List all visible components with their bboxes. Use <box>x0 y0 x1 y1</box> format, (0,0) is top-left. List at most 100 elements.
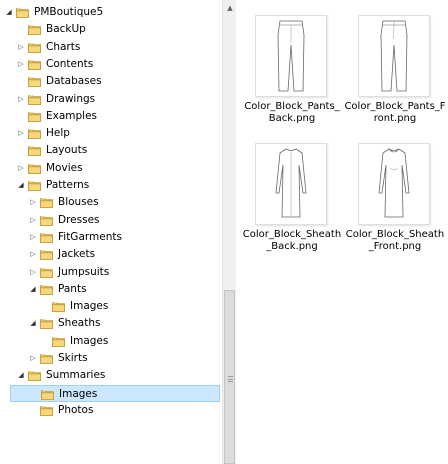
tree-item-label: Photos <box>58 403 94 416</box>
triangle-right-icon[interactable]: ▷ <box>29 350 37 367</box>
triangle-right-icon[interactable]: ▷ <box>17 56 25 73</box>
tree-item-label: Dresses <box>58 213 100 226</box>
triangle-right-icon[interactable]: ▷ <box>29 212 37 229</box>
tree-item-label: FitGarments <box>58 230 122 243</box>
tree-item-label: Summaries <box>46 369 106 382</box>
tree-item-blouses[interactable]: ▷ Blouses <box>0 194 222 211</box>
triangle-right-icon[interactable]: ▷ <box>29 194 37 211</box>
folder-icon <box>40 284 54 295</box>
folder-icon <box>28 76 42 88</box>
folder-icon <box>40 267 54 278</box>
tree-item-label: Contents <box>46 57 94 70</box>
triangle-right-icon[interactable]: ▷ <box>17 160 25 177</box>
tree-item-images[interactable]: Images <box>0 298 222 315</box>
triangle-right-icon[interactable]: ▷ <box>17 39 25 56</box>
tree-item-drawings[interactable]: ▷ Drawings <box>0 91 222 108</box>
tree-item-sheaths[interactable]: ◢ Sheaths <box>0 315 222 332</box>
tree-item-label: Databases <box>46 75 102 88</box>
tree-item-summaries[interactable]: ◢ Summaries <box>0 367 222 384</box>
file-thumbnail <box>358 143 430 225</box>
folder-icon <box>28 42 42 53</box>
folder-icon <box>41 389 55 400</box>
triangle-right-icon[interactable]: ▷ <box>29 246 37 263</box>
tree-item-movies[interactable]: ▷ Movies <box>0 160 222 177</box>
folder-icon <box>28 163 42 174</box>
tree-item-images[interactable]: Images <box>0 333 222 350</box>
folder-icon <box>40 353 54 364</box>
folder-icon <box>28 24 42 36</box>
file-list: Color_Block_Pants_Back.png Color_Block_Pa… <box>238 0 448 464</box>
scrollbar-grip-icon <box>228 376 233 382</box>
folder-icon <box>52 301 66 312</box>
folder-icon <box>28 59 42 70</box>
tree-item-label: Blouses <box>58 196 99 209</box>
tree-item-label: Images <box>70 334 109 347</box>
tree-scrollbar[interactable]: ▲ <box>222 0 236 464</box>
tree-item-images[interactable]: Images <box>10 384 220 402</box>
folder-icon <box>16 7 30 18</box>
tree-item-skirts[interactable]: ▷ Skirts <box>0 350 222 367</box>
file-thumbnail <box>255 143 327 225</box>
tree-item-dresses[interactable]: ▷ Dresses <box>0 212 222 229</box>
tree-item-contents[interactable]: ▷ Contents <box>0 56 222 73</box>
tree-item-label: Images <box>59 387 98 400</box>
file-name: Color_Block_Pants_Back.png <box>244 101 340 124</box>
tree-item-help[interactable]: ▷ Help <box>0 125 222 142</box>
tree-item-label: BackUp <box>46 23 86 36</box>
folder-icon <box>28 180 42 191</box>
folder-icon <box>40 318 54 330</box>
folder-icon <box>28 145 42 157</box>
tree-item-jumpsuits[interactable]: ▷ Jumpsuits <box>0 264 222 281</box>
triangle-right-icon[interactable]: ▷ <box>29 229 37 246</box>
folder-icon <box>28 128 42 139</box>
folder-icon <box>28 111 42 122</box>
folder-icon <box>28 370 42 382</box>
folder-icon <box>40 215 54 226</box>
folder-icon <box>40 197 54 209</box>
tree-item-label: Movies <box>46 161 83 174</box>
file-item[interactable]: Color_Block_Pants_Back.png <box>241 15 343 135</box>
triangle-down-icon[interactable]: ◢ <box>5 4 13 21</box>
triangle-down-icon[interactable]: ◢ <box>17 367 25 384</box>
tree-item-charts[interactable]: ▷ Charts <box>0 39 222 56</box>
scroll-up-arrow-icon[interactable]: ▲ <box>223 0 237 16</box>
tree-item-backup[interactable]: BackUp <box>0 21 222 38</box>
folder-icon <box>40 249 54 261</box>
file-name: Color_Block_Sheath_Back.png <box>242 229 342 252</box>
tree-item-databases[interactable]: Databases <box>0 73 222 90</box>
tree-item-photos[interactable]: Photos <box>0 402 222 419</box>
tree-item-patterns[interactable]: ◢ Patterns <box>0 177 222 194</box>
triangle-down-icon[interactable]: ◢ <box>17 177 25 194</box>
tree-item-label: Jackets <box>58 248 96 261</box>
file-item[interactable]: Color_Block_Sheath_Front.png <box>344 143 446 263</box>
file-thumbnail <box>255 15 327 97</box>
file-name: Color_Block_Sheath_Front.png <box>345 229 445 252</box>
file-thumbnail <box>358 15 430 97</box>
tree-item-label: Jumpsuits <box>58 265 110 278</box>
triangle-right-icon[interactable]: ▷ <box>17 91 25 108</box>
tree-item-label: Sheaths <box>58 317 101 330</box>
tree-item-label: Pants <box>58 282 87 295</box>
tree-item-fitgarments[interactable]: ▷ FitGarments <box>0 229 222 246</box>
triangle-right-icon[interactable]: ▷ <box>17 125 25 142</box>
tree-item-examples[interactable]: Examples <box>0 108 222 125</box>
scroll-thumb[interactable] <box>224 290 235 464</box>
file-item[interactable]: Color_Block_Sheath_Back.png <box>241 143 343 263</box>
folder-icon <box>52 336 66 347</box>
tree-item-pmboutique5[interactable]: ◢ PMBoutique5 <box>0 4 222 21</box>
folder-tree: ◢ PMBoutique5 BackUp ▷ Charts ▷ Contents Databa… <box>0 0 222 464</box>
triangle-right-icon[interactable]: ▷ <box>29 264 37 281</box>
tree-item-label: Charts <box>46 40 81 53</box>
tree-item-pants[interactable]: ◢ Pants <box>0 281 222 298</box>
folder-icon <box>28 94 42 105</box>
tree-item-label: PMBoutique5 <box>34 6 104 18</box>
tree-item-layouts[interactable]: Layouts <box>0 142 222 159</box>
tree-item-jackets[interactable]: ▷ Jackets <box>0 246 222 263</box>
tree-item-label: Images <box>70 300 109 313</box>
file-item[interactable]: Color_Block_Pants_Front.png <box>344 15 446 135</box>
triangle-down-icon[interactable]: ◢ <box>29 315 37 332</box>
triangle-down-icon[interactable]: ◢ <box>29 281 37 298</box>
file-name: Color_Block_Pants_Front.png <box>344 101 446 124</box>
tree-item-label: Examples <box>46 109 98 122</box>
folder-icon <box>40 232 54 243</box>
